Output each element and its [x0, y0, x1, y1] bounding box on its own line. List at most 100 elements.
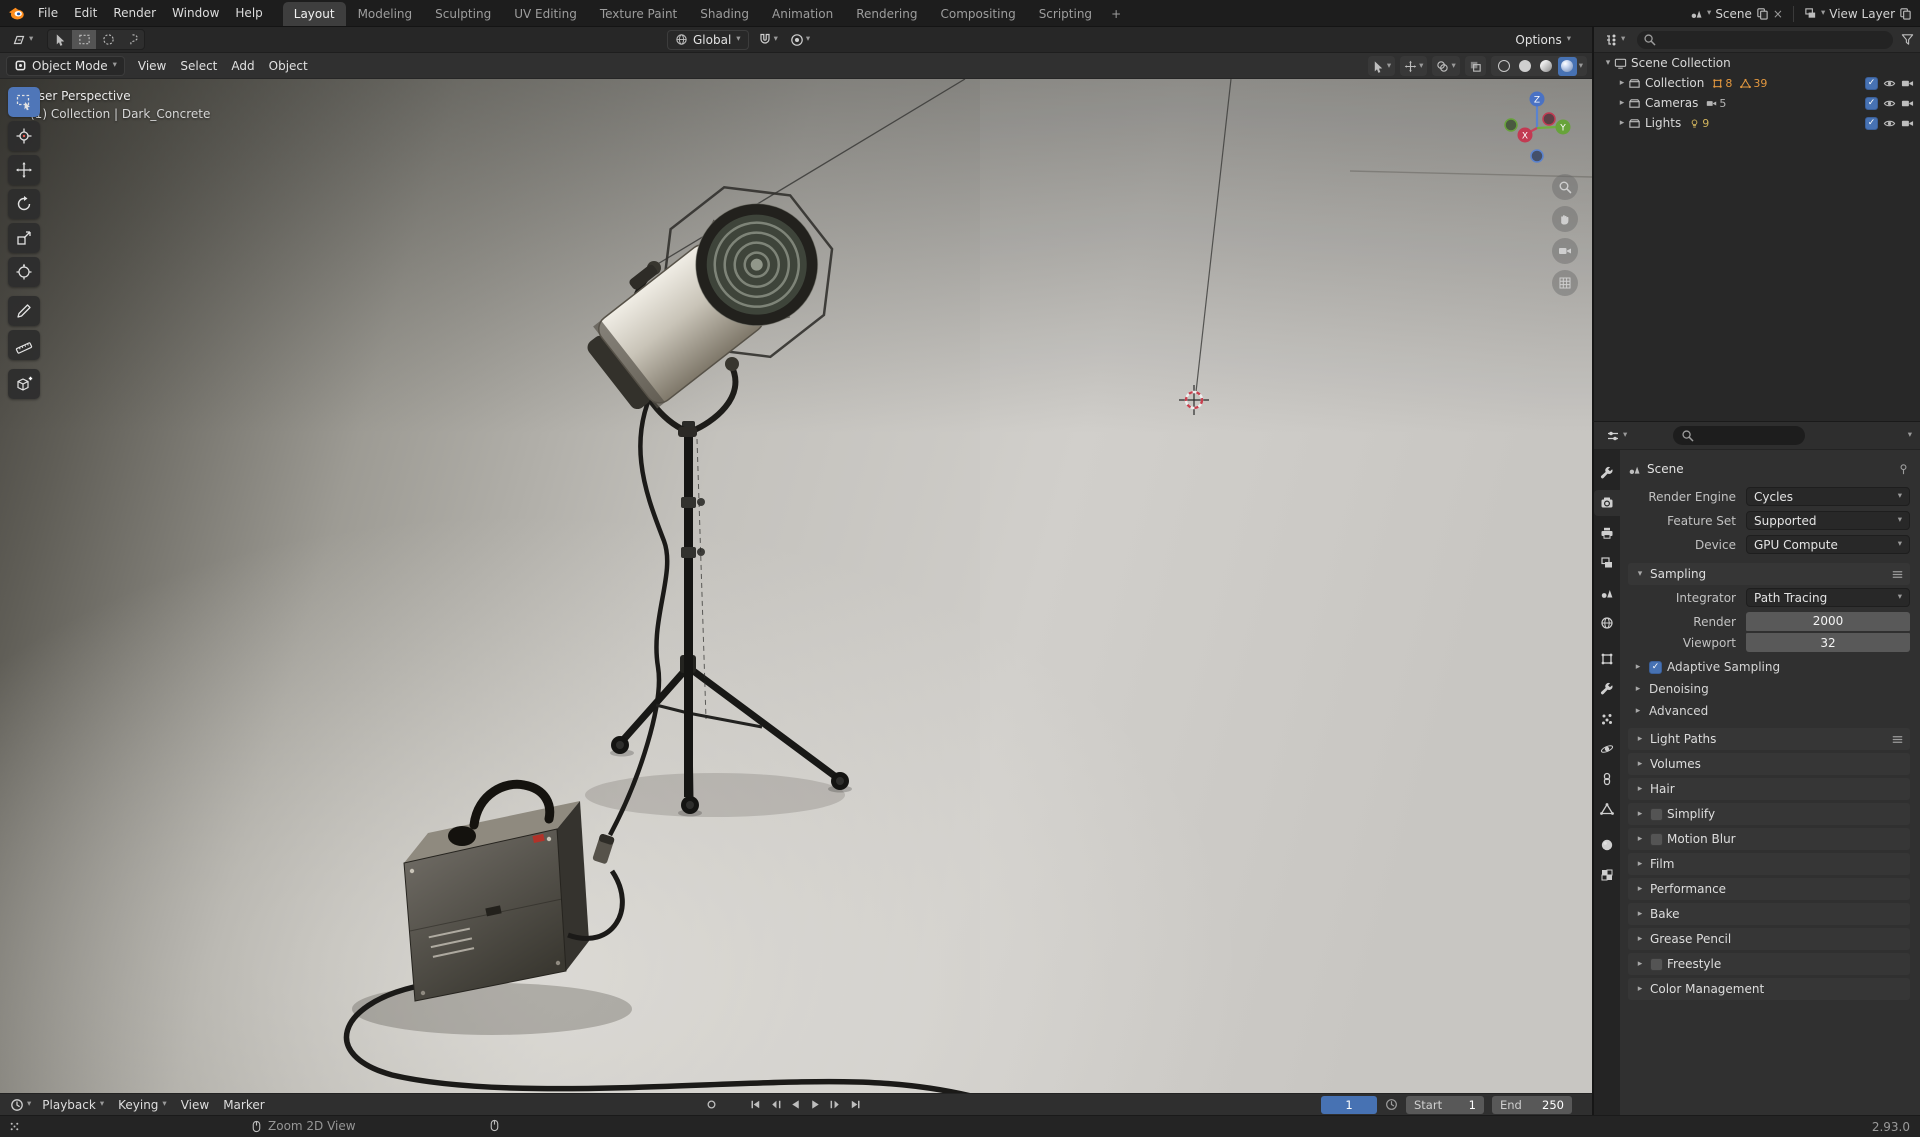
menu-file[interactable]: File: [30, 3, 66, 23]
workspace-tab-compositing[interactable]: Compositing: [929, 2, 1026, 26]
jump-to-start-button[interactable]: [746, 1096, 765, 1114]
tab-texture[interactable]: [1594, 862, 1620, 888]
section-hair[interactable]: ▸ Hair: [1628, 778, 1910, 800]
workspace-tab-uv-editing[interactable]: UV Editing: [503, 2, 588, 26]
select-tweak-button[interactable]: [48, 30, 72, 49]
section-film[interactable]: ▸ Film: [1628, 853, 1910, 875]
tab-material[interactable]: [1594, 832, 1620, 858]
tool-add-cube[interactable]: [8, 369, 40, 399]
new-view-layer-icon[interactable]: [1899, 7, 1912, 20]
tab-particles[interactable]: [1594, 706, 1620, 732]
transform-orientation-select[interactable]: Global ▾: [667, 29, 749, 50]
options-dropdown[interactable]: Options ▾: [1508, 30, 1578, 50]
gizmos-dropdown[interactable]: ▾: [1400, 56, 1428, 76]
menu-help[interactable]: Help: [227, 3, 270, 23]
tool-cursor[interactable]: [8, 121, 40, 151]
unlink-scene-icon[interactable]: ×: [1773, 7, 1783, 21]
adaptive-sampling-checkbox[interactable]: ✓: [1649, 660, 1662, 674]
tab-modifiers[interactable]: [1594, 676, 1620, 702]
tab-view-layer[interactable]: [1594, 550, 1620, 576]
samples-viewport-field[interactable]: 32: [1746, 633, 1910, 652]
tab-tool[interactable]: [1594, 460, 1620, 486]
tab-constraints[interactable]: [1594, 766, 1620, 792]
viewport-canvas[interactable]: [0, 79, 1592, 1093]
timeline-menu-view[interactable]: View: [174, 1096, 216, 1114]
toggle-orthographic-button[interactable]: [1552, 270, 1578, 296]
overlays-dropdown[interactable]: ▾: [1432, 56, 1460, 76]
integrator-select[interactable]: Path Tracing ▾: [1746, 588, 1910, 607]
shading-material-button[interactable]: [1537, 57, 1556, 76]
denoising-row[interactable]: ▸ Denoising: [1628, 678, 1910, 700]
zoom-button[interactable]: [1552, 174, 1578, 200]
scene-selector[interactable]: ▾ Scene ×: [1690, 7, 1783, 21]
hide-eye-icon[interactable]: [1883, 117, 1896, 130]
prev-keyframe-button[interactable]: [766, 1096, 785, 1114]
tab-physics[interactable]: [1594, 736, 1620, 762]
tool-measure[interactable]: [8, 330, 40, 360]
auto-keying-button[interactable]: [702, 1096, 721, 1114]
select-lasso-button[interactable]: [120, 30, 144, 49]
select-circle-button[interactable]: [96, 30, 120, 49]
viewport-menu-select[interactable]: Select: [173, 56, 224, 76]
section-color-management[interactable]: ▸ Color Management: [1628, 978, 1910, 1000]
section-light-paths[interactable]: ▸ Light Paths: [1628, 728, 1910, 750]
filter-icon[interactable]: [1901, 33, 1914, 46]
samples-render-field[interactable]: 2000: [1746, 611, 1910, 631]
workspace-tab-rendering[interactable]: Rendering: [845, 2, 928, 26]
new-scene-icon[interactable]: [1756, 7, 1769, 20]
proportional-editing-toggle[interactable]: ▾: [787, 31, 813, 49]
tab-world[interactable]: [1594, 610, 1620, 636]
tab-output[interactable]: [1594, 520, 1620, 546]
tool-rotate[interactable]: [8, 189, 40, 219]
play-reverse-button[interactable]: [786, 1096, 805, 1114]
outliner-row-lights[interactable]: ▸ Lights 9 ✓: [1594, 113, 1920, 133]
outliner-editor-selector[interactable]: ▾: [1600, 31, 1629, 49]
workspace-tab-modeling[interactable]: Modeling: [347, 2, 424, 26]
selectability-visibility-dropdown[interactable]: ▾: [1367, 56, 1396, 76]
properties-editor-selector[interactable]: ▾: [1602, 427, 1631, 445]
editor-type-selector[interactable]: ▾: [8, 31, 37, 49]
presets-menu-icon[interactable]: [1891, 568, 1904, 581]
hide-eye-icon[interactable]: [1883, 97, 1896, 110]
motion-blur-checkbox[interactable]: [1650, 832, 1663, 846]
timeline-menu-marker[interactable]: Marker: [216, 1096, 271, 1114]
camera-view-button[interactable]: [1552, 238, 1578, 264]
outliner-row-scene-collection[interactable]: ▾ Scene Collection: [1594, 53, 1920, 73]
disable-render-camera-icon[interactable]: [1901, 97, 1914, 110]
frame-start-field[interactable]: Start 1: [1406, 1095, 1484, 1114]
render-engine-select[interactable]: Cycles ▾: [1746, 487, 1910, 506]
section-volumes[interactable]: ▸ Volumes: [1628, 753, 1910, 775]
disclosure-triangle-icon[interactable]: ▸: [1616, 78, 1628, 88]
outliner-row-cameras[interactable]: ▸ Cameras 5 ✓: [1594, 93, 1920, 113]
disable-render-camera-icon[interactable]: [1901, 77, 1914, 90]
workspace-tab-shading[interactable]: Shading: [689, 2, 760, 26]
section-motion-blur[interactable]: ▸ Motion Blur: [1628, 828, 1910, 850]
xray-toggle[interactable]: [1464, 56, 1486, 76]
next-keyframe-button[interactable]: [826, 1096, 845, 1114]
exclude-checkbox[interactable]: ✓: [1865, 116, 1878, 130]
workspace-tab-scripting[interactable]: Scripting: [1028, 2, 1103, 26]
disclosure-triangle-icon[interactable]: ▾: [1602, 58, 1614, 68]
tool-annotate[interactable]: [8, 296, 40, 326]
freestyle-checkbox[interactable]: [1650, 957, 1663, 971]
frame-end-field[interactable]: End 250: [1492, 1095, 1572, 1114]
disclosure-triangle-icon[interactable]: ▸: [1616, 98, 1628, 108]
viewport-menu-object[interactable]: Object: [262, 56, 315, 76]
tab-render[interactable]: [1594, 490, 1620, 516]
select-box-button[interactable]: [72, 30, 97, 49]
tab-object-data[interactable]: [1594, 796, 1620, 822]
timeline-menu-playback[interactable]: Playback ▾: [35, 1096, 111, 1114]
section-sampling[interactable]: ▾ Sampling: [1628, 563, 1910, 585]
workspace-tab-texture-paint[interactable]: Texture Paint: [589, 2, 688, 26]
mode-select[interactable]: Object Mode ▾: [6, 55, 125, 76]
viewport-menu-add[interactable]: Add: [224, 56, 261, 76]
shading-solid-button[interactable]: [1516, 57, 1535, 76]
pin-icon[interactable]: [1897, 463, 1910, 476]
tool-select-box[interactable]: [8, 87, 40, 117]
section-grease-pencil[interactable]: ▸ Grease Pencil: [1628, 928, 1910, 950]
viewport[interactable]: User Perspective (1) Collection | Dark_C…: [0, 79, 1592, 1093]
blender-logo-icon[interactable]: [8, 4, 26, 22]
timeline-editor-selector[interactable]: ▾: [6, 1096, 35, 1114]
presets-menu-icon[interactable]: [1891, 733, 1904, 746]
tool-transform[interactable]: [8, 257, 40, 287]
